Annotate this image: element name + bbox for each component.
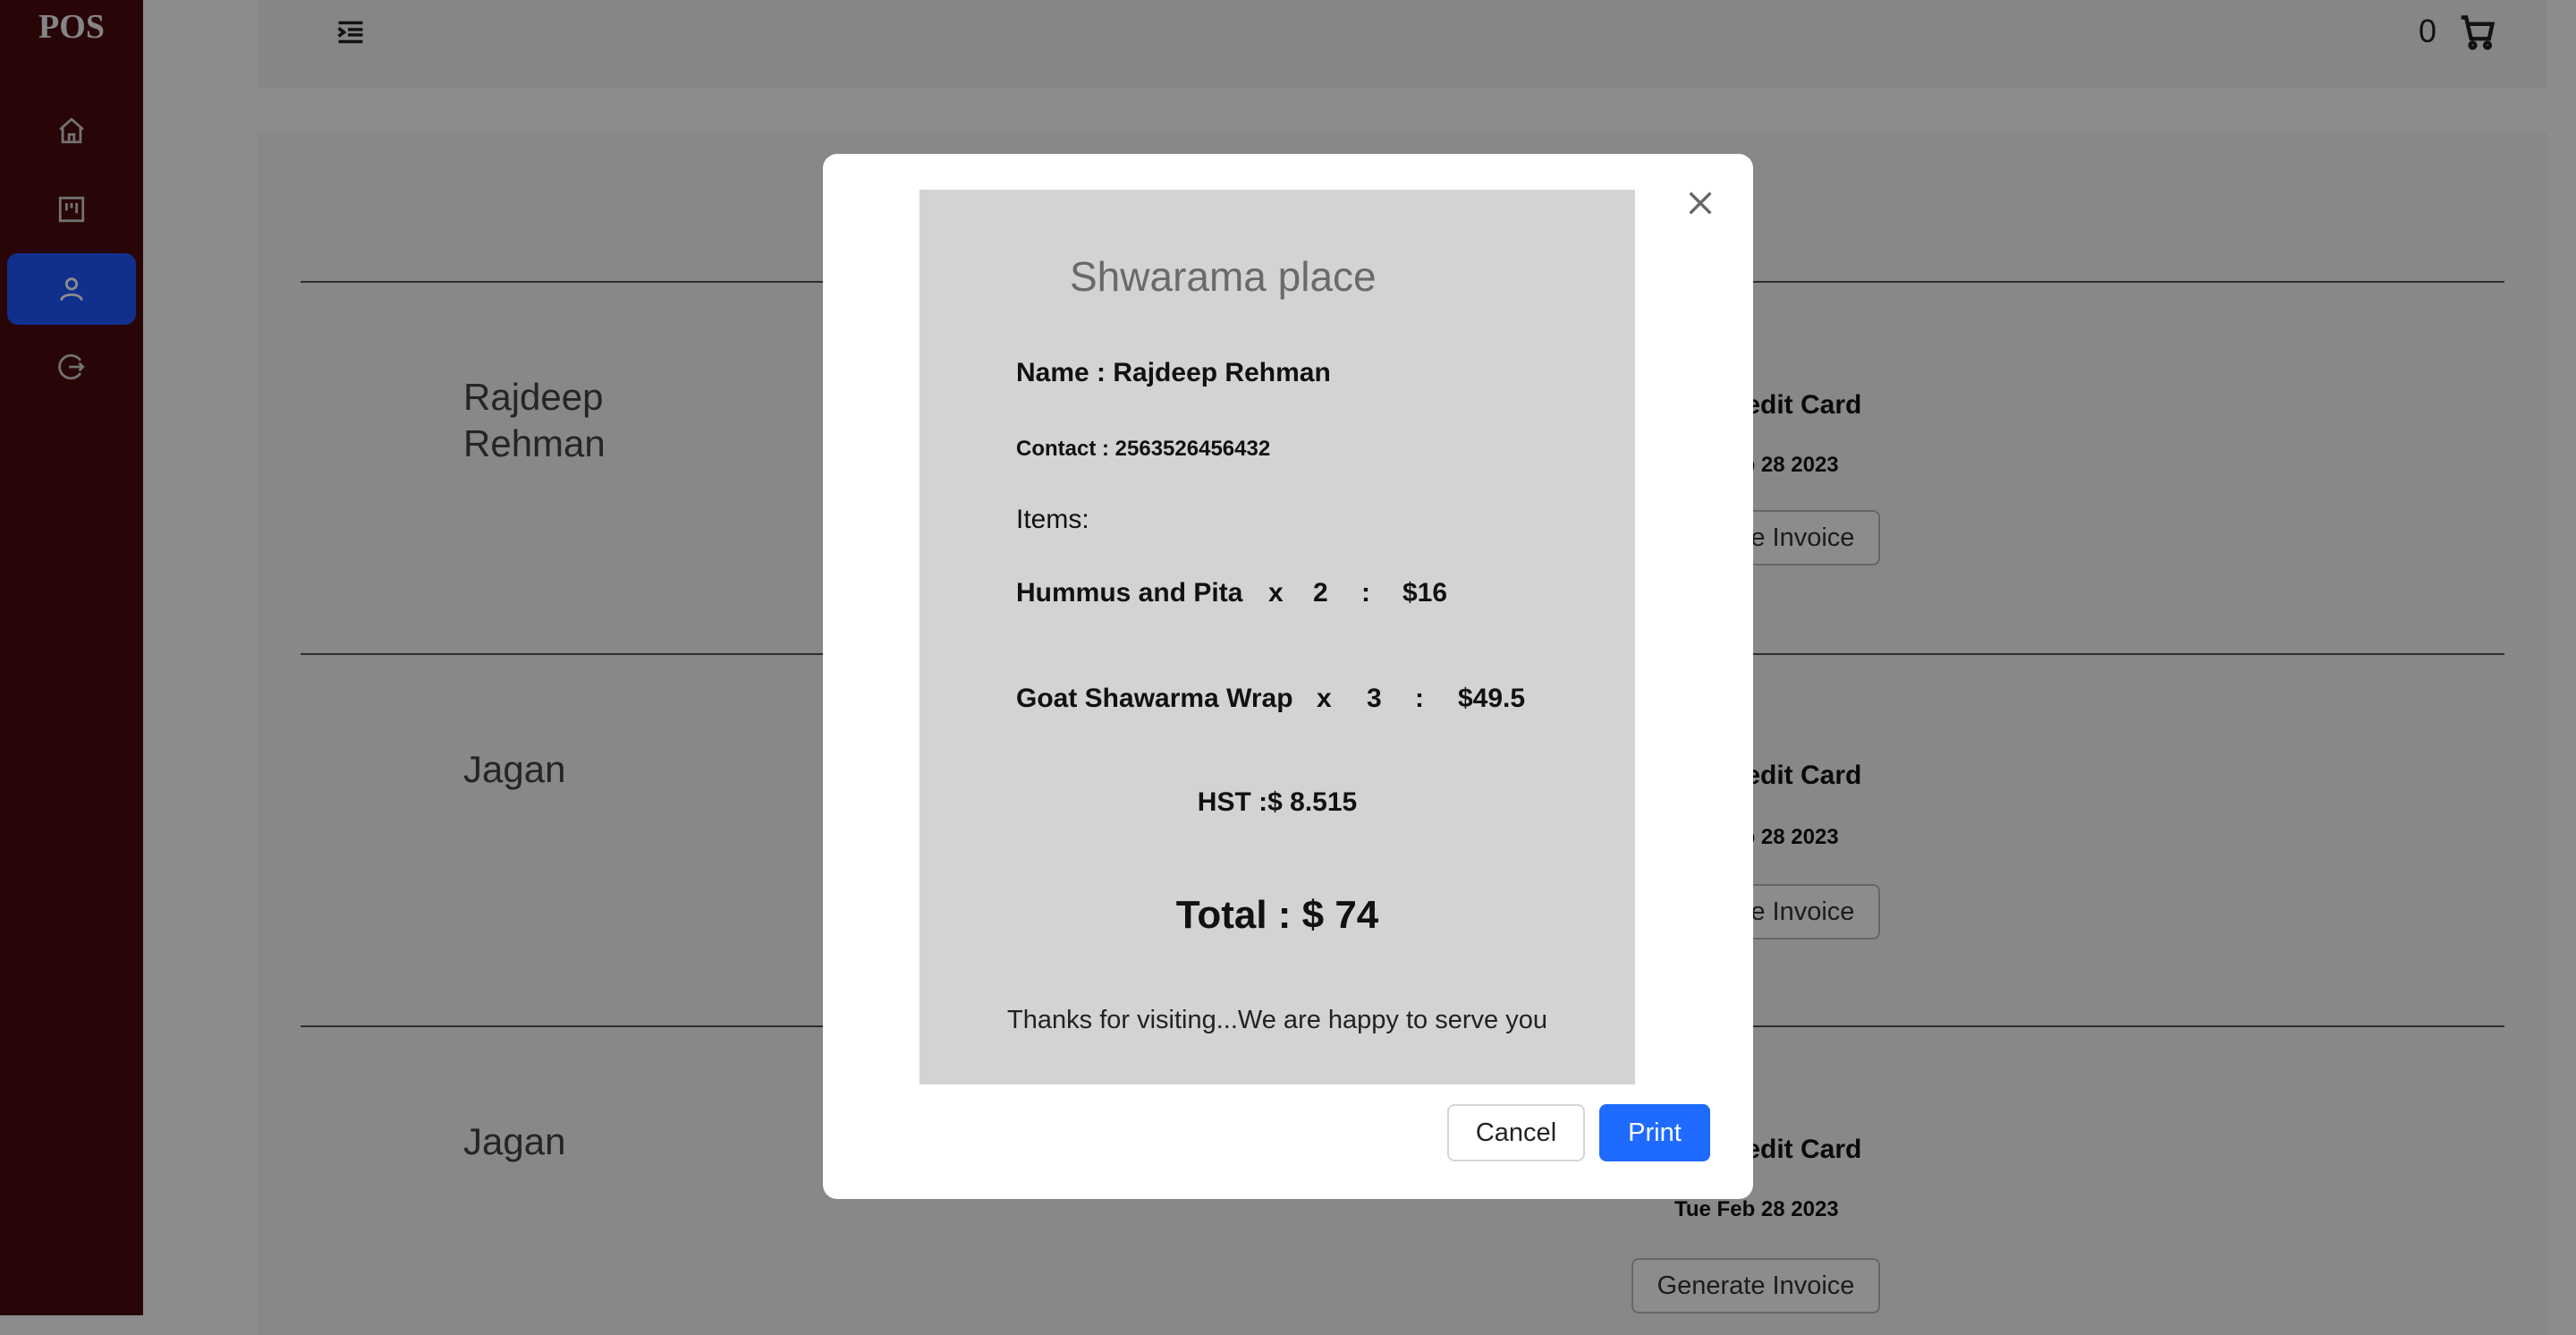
- items-label: Items:: [1016, 505, 1089, 534]
- total-line: Total : $ 74: [1175, 893, 1379, 937]
- item-x: x: [1268, 578, 1284, 608]
- item-price: $16: [1402, 578, 1448, 608]
- invoice-item: Hummus and Pita x 2 : $16: [1016, 578, 1447, 608]
- shop-name: Shwarama place: [1070, 253, 1377, 300]
- invoice-item: Goat Shawarma Wrap x 3 : $49.5: [1016, 684, 1525, 714]
- hst-line: HST :$ 8.515: [1197, 787, 1358, 817]
- item-qty: 2: [1313, 578, 1328, 608]
- close-button[interactable]: [1685, 188, 1716, 218]
- contact-line: Contact : 2563526456432: [1016, 437, 1271, 461]
- close-icon: [1689, 191, 1712, 215]
- customer-name-line: Name : Rajdeep Rehman: [1016, 358, 1331, 387]
- invoice-modal: Shwarama place Name : Rajdeep Rehman Con…: [823, 154, 1753, 1199]
- item-sep: :: [1361, 578, 1370, 608]
- invoice-receipt: Shwarama place Name : Rajdeep Rehman Con…: [919, 190, 1635, 1084]
- item-name: Hummus and Pita: [1016, 578, 1243, 608]
- item-name: Goat Shawarma Wrap: [1016, 684, 1293, 713]
- item-x: x: [1317, 684, 1332, 713]
- cancel-button[interactable]: Cancel: [1447, 1104, 1585, 1161]
- print-button[interactable]: Print: [1599, 1104, 1710, 1161]
- item-sep: :: [1415, 684, 1424, 713]
- item-qty: 3: [1367, 684, 1382, 713]
- item-price: $49.5: [1458, 684, 1526, 713]
- thanks-line: Thanks for visiting...We are happy to se…: [1007, 1006, 1547, 1034]
